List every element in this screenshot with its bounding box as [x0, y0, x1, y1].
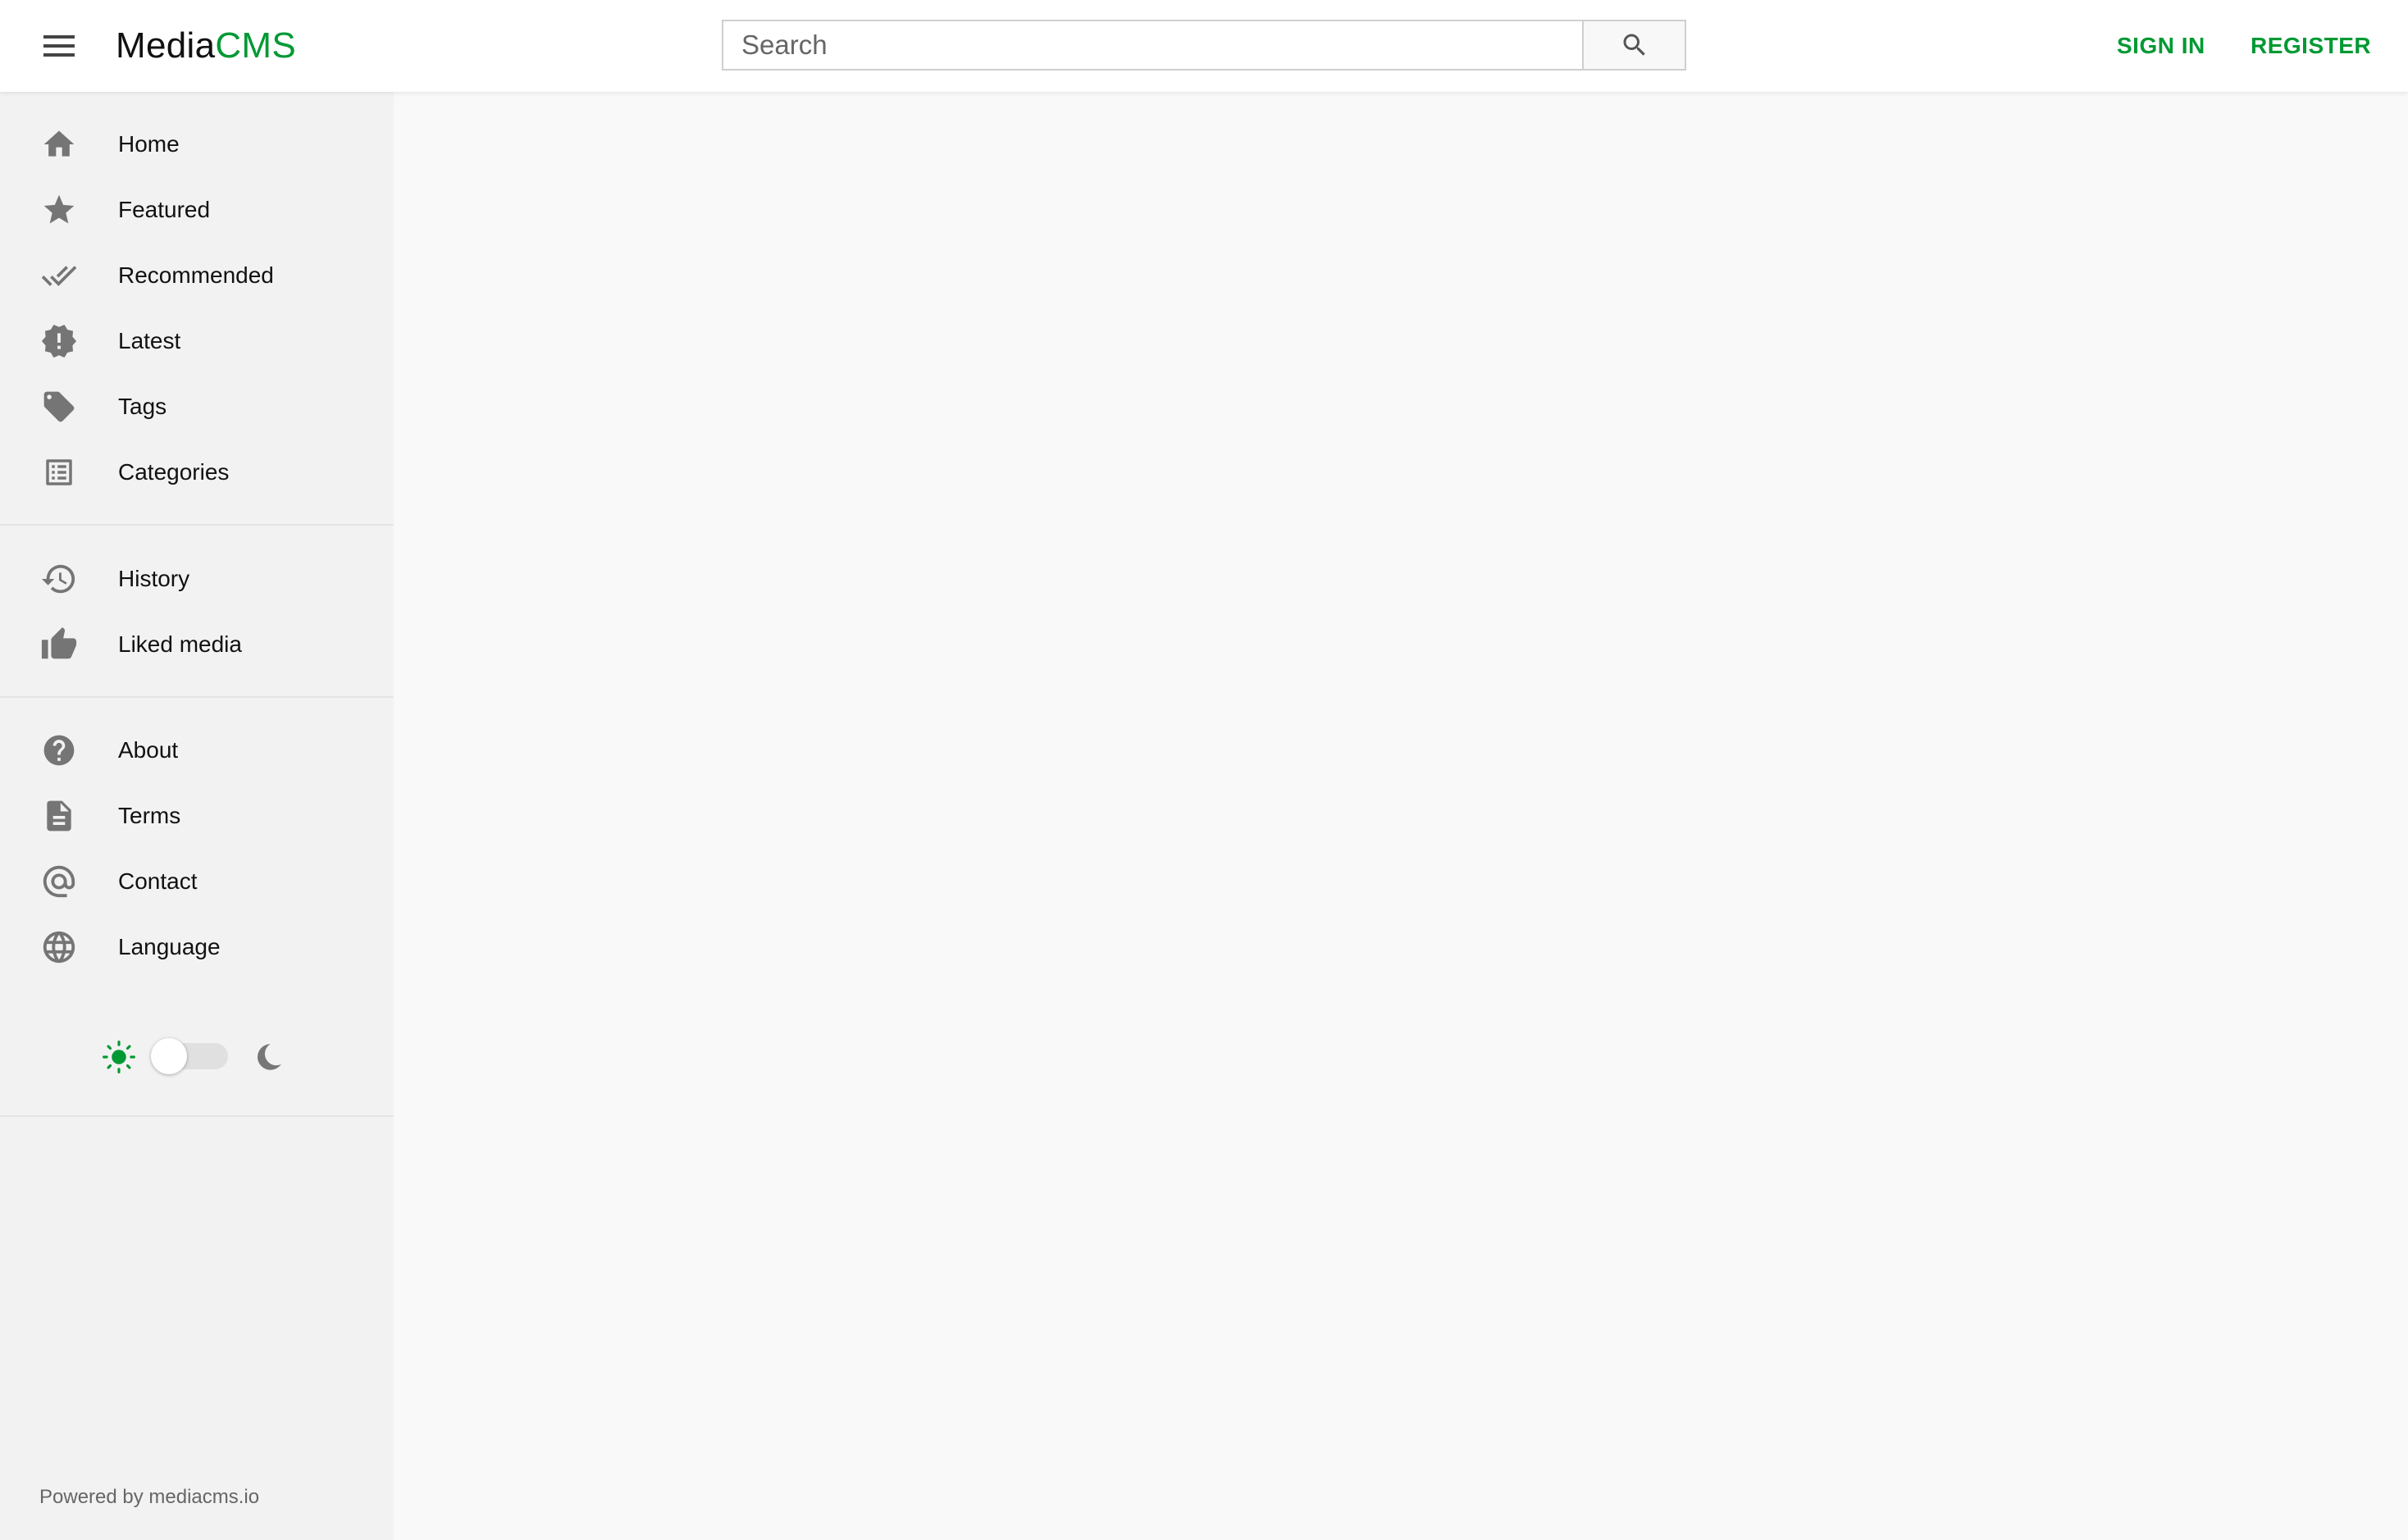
sidebar-item-featured[interactable]: Featured [0, 180, 394, 239]
logo-text-cms: CMS [215, 25, 297, 66]
sidebar-item-label: Categories [118, 459, 230, 485]
sidebar-item-terms[interactable]: Terms [0, 786, 394, 845]
sidebar-item-label: Language [118, 934, 221, 959]
sidebar-item-liked-media[interactable]: Liked media [0, 615, 394, 674]
double-check-icon [36, 253, 82, 298]
logo-text-media: Media [116, 25, 216, 66]
search-bar [722, 20, 1686, 71]
star-icon [36, 187, 82, 233]
sidebar-item-latest[interactable]: Latest [0, 312, 394, 371]
sidebar-item-label: Terms [118, 803, 181, 828]
sidebar-item-language[interactable]: Language [0, 918, 394, 977]
globe-icon [36, 924, 82, 970]
sidebar: Home Featured Recommended Latest Tags Ca… [0, 92, 394, 1540]
sidebar-item-label: Tags [118, 394, 167, 419]
list-icon [36, 449, 82, 495]
new-releases-icon [36, 318, 82, 364]
sidebar-divider [0, 1115, 394, 1117]
sidebar-item-label: Featured [118, 197, 211, 222]
sign-in-link[interactable]: SIGN IN [2117, 31, 2205, 61]
sidebar-divider [0, 696, 394, 698]
at-sign-icon [36, 859, 82, 904]
search-input[interactable] [722, 20, 1582, 71]
search-icon [1623, 34, 1645, 56]
sidebar-item-label: Home [118, 131, 180, 157]
tag-icon [36, 384, 82, 430]
main-content [394, 92, 2408, 1540]
theme-toggle[interactable] [151, 1038, 228, 1074]
sidebar-item-about[interactable]: About [0, 721, 394, 780]
sidebar-item-categories[interactable]: Categories [0, 443, 394, 502]
history-icon [36, 556, 82, 602]
theme-switcher [0, 1023, 394, 1089]
sidebar-item-label: Latest [118, 328, 181, 353]
sun-icon[interactable] [102, 1040, 136, 1074]
sidebar-item-label: Contact [118, 868, 198, 894]
register-link[interactable]: REGISTER [2251, 31, 2371, 61]
logo[interactable]: MediaCMS [116, 23, 296, 69]
sidebar-item-contact[interactable]: Contact [0, 852, 394, 911]
sidebar-item-label: History [118, 566, 190, 591]
sidebar-item-label: About [118, 737, 179, 763]
sidebar-item-history[interactable]: History [0, 549, 394, 608]
sidebar-item-recommended[interactable]: Recommended [0, 246, 394, 305]
help-icon [36, 727, 82, 773]
sidebar-item-tags[interactable]: Tags [0, 377, 394, 436]
sidebar-item-label: Recommended [118, 262, 274, 288]
sidebar-item-label: Liked media [118, 631, 242, 657]
search-button[interactable] [1582, 20, 1686, 71]
top-header: MediaCMS SIGN IN REGISTER [0, 0, 2408, 92]
sidebar-divider [0, 524, 394, 526]
moon-icon[interactable] [251, 1040, 285, 1074]
document-icon [36, 793, 82, 839]
menu-icon[interactable] [33, 30, 85, 62]
home-icon [36, 121, 82, 167]
thumb-up-icon [36, 622, 82, 667]
theme-toggle-knob [151, 1038, 187, 1074]
powered-by-text[interactable]: Powered by mediacms.io [39, 1484, 259, 1510]
sidebar-item-home[interactable]: Home [0, 115, 394, 174]
